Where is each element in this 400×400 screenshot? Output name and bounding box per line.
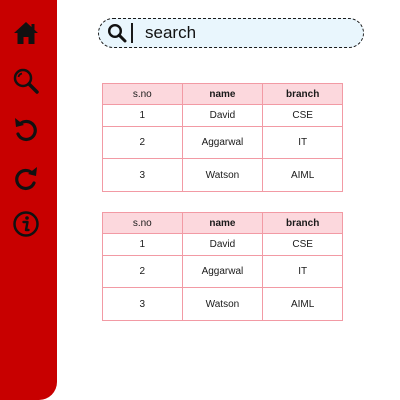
cell-sno: 3 xyxy=(102,158,183,192)
cell-name: David xyxy=(181,104,264,127)
table-row[interactable]: 2 Aggarwal IT xyxy=(102,255,343,288)
search-input[interactable] xyxy=(145,21,345,45)
table-row[interactable]: 1 David CSE xyxy=(102,104,343,127)
column-header-sno[interactable]: s.no xyxy=(102,212,183,234)
table-row[interactable]: 3 Watson AIML xyxy=(102,287,343,321)
column-header-branch[interactable]: branch xyxy=(262,212,343,234)
data-table-1: s.no name branch 1 David CSE 2 Aggarwal … xyxy=(102,83,343,192)
cell-name: Aggarwal xyxy=(181,255,264,288)
cell-sno: 1 xyxy=(102,104,183,127)
table-header-row: s.no name branch xyxy=(102,83,343,105)
home-icon[interactable] xyxy=(12,19,40,47)
app-page: s.no name branch 1 David CSE 2 Aggarwal … xyxy=(0,0,400,400)
column-header-name[interactable]: name xyxy=(181,212,264,234)
cell-sno: 1 xyxy=(102,233,183,256)
table-row[interactable]: 3 Watson AIML xyxy=(102,158,343,192)
cell-name: Watson xyxy=(181,158,264,192)
column-header-name[interactable]: name xyxy=(181,83,264,105)
cell-branch: CSE xyxy=(262,104,343,127)
undo-icon[interactable] xyxy=(12,115,40,143)
cell-sno: 2 xyxy=(102,255,183,288)
data-table-2: s.no name branch 1 David CSE 2 Aggarwal … xyxy=(102,212,343,321)
cell-branch: IT xyxy=(262,126,343,159)
cell-branch: AIML xyxy=(262,287,343,321)
cell-name: Watson xyxy=(181,287,264,321)
cell-name: Aggarwal xyxy=(181,126,264,159)
search-icon[interactable] xyxy=(107,23,127,43)
cell-sno: 2 xyxy=(102,126,183,159)
table-row[interactable]: 1 David CSE xyxy=(102,233,343,256)
cell-sno: 3 xyxy=(102,287,183,321)
cell-branch: AIML xyxy=(262,158,343,192)
search-divider xyxy=(131,23,133,43)
cell-name: David xyxy=(181,233,264,256)
cell-branch: IT xyxy=(262,255,343,288)
redo-icon[interactable] xyxy=(12,164,40,192)
zoom-icon[interactable] xyxy=(12,67,40,95)
column-header-branch[interactable]: branch xyxy=(262,83,343,105)
table-header-row: s.no name branch xyxy=(102,212,343,234)
sidebar xyxy=(0,0,57,400)
table-row[interactable]: 2 Aggarwal IT xyxy=(102,126,343,159)
search-bar[interactable] xyxy=(98,18,364,48)
cell-branch: CSE xyxy=(262,233,343,256)
column-header-sno[interactable]: s.no xyxy=(102,83,183,105)
info-icon[interactable] xyxy=(12,210,40,238)
